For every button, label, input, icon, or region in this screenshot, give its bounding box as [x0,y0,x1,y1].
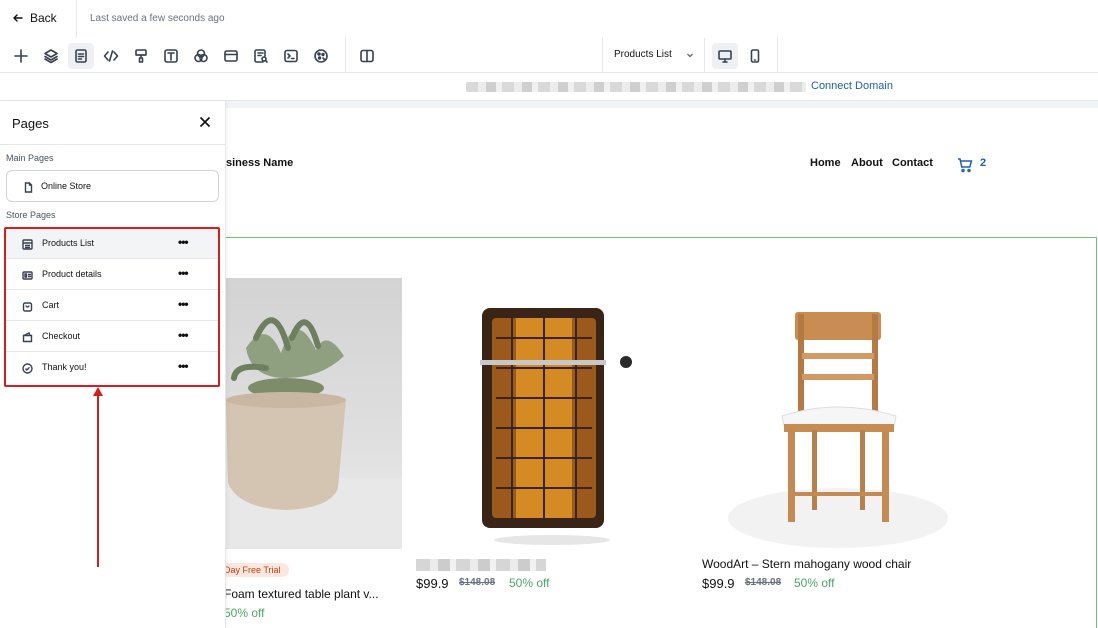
page-item-online-store[interactable]: Online Store [6,170,219,202]
annotation-highlight-box [4,227,220,387]
main-pages-label: Main Pages [6,153,54,163]
product-title[interactable]: Foam textured table plant v... [224,587,379,601]
product-title[interactable]: WoodArt – Stern mahogany wood chair [702,557,911,571]
search-page-icon[interactable] [248,43,274,69]
back-label: Back [30,11,57,25]
product-old-price: $148.08 [459,577,496,588]
product-image-lighter[interactable] [416,278,688,549]
product-image-chair[interactable] [702,278,974,549]
settings-icon[interactable] [308,43,334,69]
nav-home[interactable]: Home [810,157,841,169]
paint-icon[interactable] [128,43,154,69]
divider [602,38,603,73]
url-redacted [466,82,806,92]
layout-icon[interactable] [218,43,244,69]
store-pages-label: Store Pages [6,210,56,220]
layers-icon[interactable] [38,43,64,69]
divider [76,0,77,38]
save-status: Last saved a few seconds ago [90,13,225,24]
connect-domain-link[interactable]: Connect Domain [811,80,893,92]
editor-toolbar: Products List [0,38,1098,73]
product-title-redacted [416,559,546,571]
divider [704,38,705,73]
code-icon[interactable] [98,43,124,69]
business-name[interactable]: siness Name [226,157,293,169]
product-price: $99.9 [416,576,449,591]
desktop-icon[interactable] [712,43,738,69]
divider [0,144,226,145]
text-icon[interactable] [158,43,184,69]
color-icon[interactable] [188,43,214,69]
split-view-icon[interactable] [354,43,380,69]
divider [777,38,778,73]
close-icon[interactable] [198,115,212,129]
promo-badge: Day Free Trial [218,563,289,577]
arrow-left-icon [13,14,23,22]
page-select[interactable]: Products List [614,49,694,60]
cart-count[interactable]: 2 [980,157,986,169]
top-bar: Back Last saved a few seconds ago [0,0,1098,38]
terminal-icon[interactable] [278,43,304,69]
page-icon [23,180,34,198]
page-select-value: Products List [614,49,672,60]
annotation-arrow-head [93,387,103,396]
product-discount: 50% off [794,576,835,590]
product-discount: 50% off [509,576,550,590]
preview-address-bar: Connect Domain [0,73,1098,101]
chevron-down-icon [686,52,693,58]
product-price: $99.9 [702,576,735,591]
mobile-icon[interactable] [742,43,768,69]
cart-icon[interactable] [957,157,973,173]
product-old-price: $148.08 [745,577,782,588]
nav-contact[interactable]: Contact [892,157,933,169]
nav-about[interactable]: About [851,157,883,169]
panel-title: Pages [12,116,49,131]
annotation-arrow [97,392,99,567]
product-discount: 50% off [224,606,265,620]
plus-icon[interactable] [8,43,34,69]
pages-panel: Pages Main Pages Online Store Store Page… [0,101,226,628]
back-button[interactable]: Back [12,11,57,25]
page-item-label: Online Store [41,181,92,191]
pages-icon[interactable] [68,43,94,69]
divider [345,38,346,73]
product-image-plant[interactable] [226,278,402,549]
